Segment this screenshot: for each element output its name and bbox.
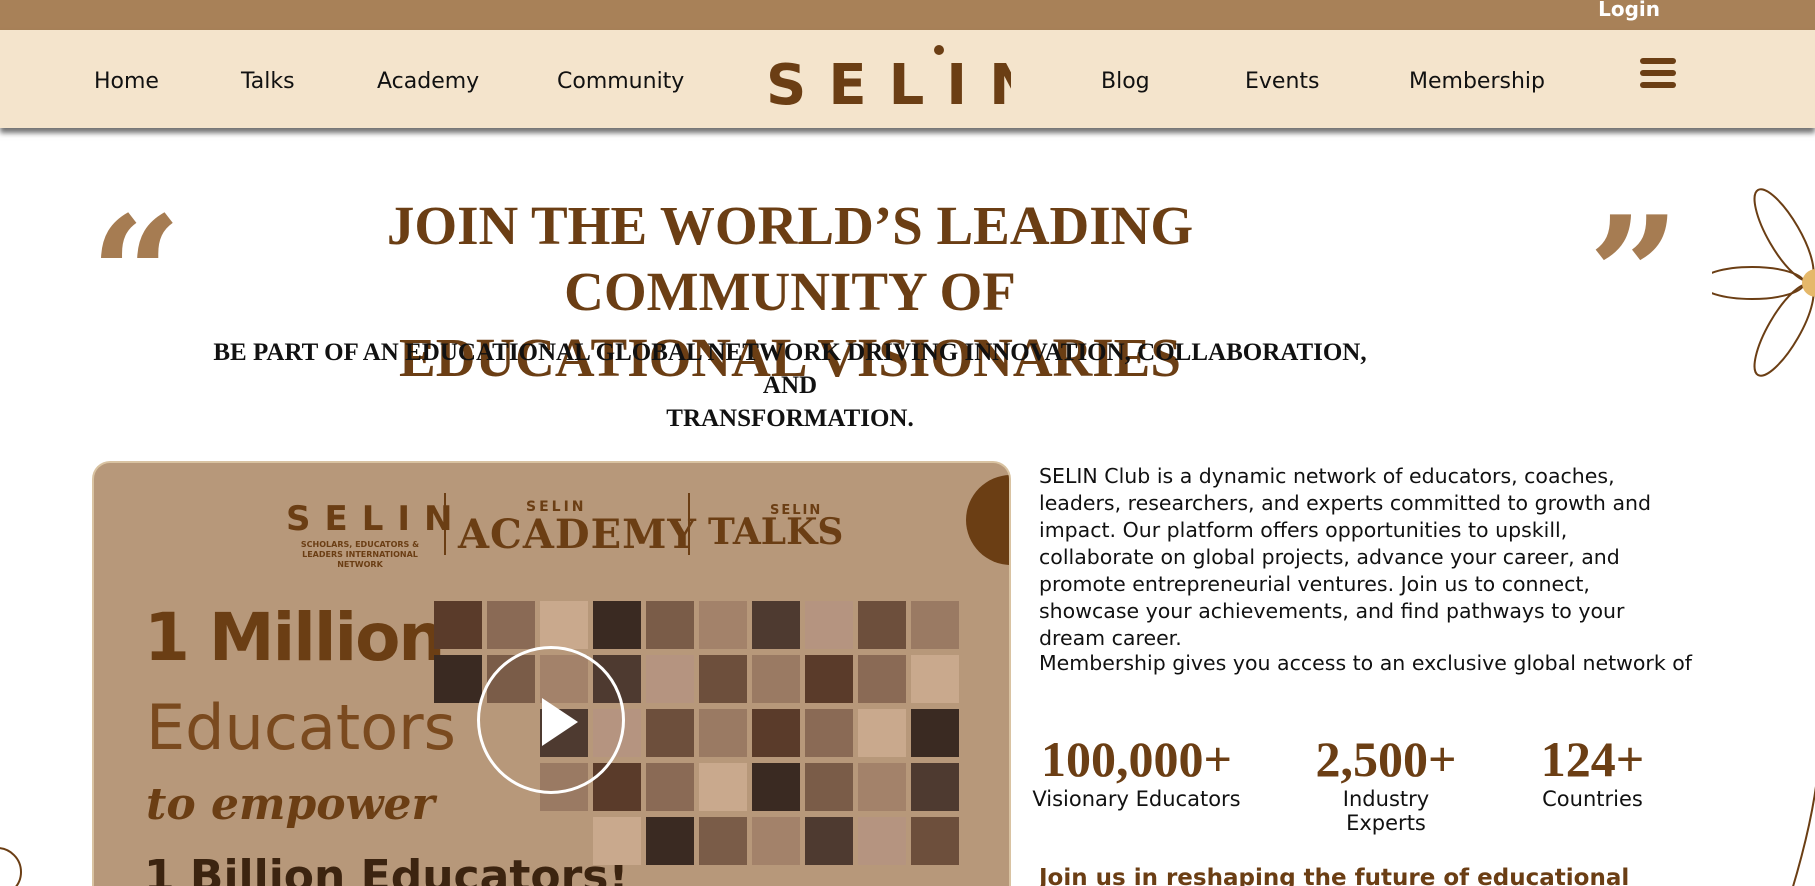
educator-photo (858, 655, 906, 703)
about-paragraph: SELIN Club is a dynamic network of educa… (1039, 464, 1652, 650)
stat-value: 100,000+ (1041, 731, 1232, 787)
educator-photo (646, 709, 694, 757)
logo-text: SELIN (766, 53, 1011, 108)
video-headline-3: to empower (146, 779, 435, 830)
open-quote-icon: “ (90, 181, 183, 369)
intro-video[interactable]: SELIN SCHOLARS, EDUCATORS & LEADERS INTE… (94, 463, 1009, 886)
nav-membership[interactable]: Membership (1409, 69, 1545, 94)
membership-text: Membership gives you access to an exclus… (1039, 651, 1692, 675)
educator-photo (699, 709, 747, 757)
video-academy-logo: ACADEMY (458, 511, 697, 558)
video-headline-2: Educators (146, 691, 456, 764)
educator-photo (752, 817, 800, 865)
selin-logo[interactable]: SELIN (766, 42, 1011, 108)
educator-photo (487, 601, 535, 649)
circle-decoration-icon (0, 847, 22, 886)
hero-subheadline: BE PART OF AN EDUCATIONAL GLOBAL NETWORK… (213, 339, 1367, 432)
educator-photo (805, 709, 853, 757)
video-divider (444, 493, 446, 555)
video-corner-shape (966, 475, 1009, 565)
educator-photo (699, 655, 747, 703)
join-heading: Join us in reshaping the future of educa… (1039, 865, 1630, 886)
educator-photo (858, 601, 906, 649)
educator-photo (752, 709, 800, 757)
educator-photo (752, 763, 800, 811)
educator-photo (858, 817, 906, 865)
close-quote-icon: ” (1588, 181, 1681, 369)
nav-events[interactable]: Events (1245, 69, 1320, 94)
educator-photo (805, 817, 853, 865)
play-button-icon[interactable] (477, 646, 625, 794)
educator-photo (699, 601, 747, 649)
video-selin-tagline: SCHOLARS, EDUCATORS & LEADERS INTERNATIO… (300, 540, 420, 569)
educator-photo (646, 601, 694, 649)
educator-photo (858, 709, 906, 757)
nav-blog[interactable]: Blog (1101, 69, 1150, 94)
educator-photo (593, 601, 641, 649)
nav-home[interactable]: Home (94, 69, 159, 94)
educator-photo (699, 817, 747, 865)
stat-value: 124+ (1540, 731, 1645, 787)
educator-photo (593, 817, 641, 865)
video-talks-logo: TALKS (708, 511, 844, 553)
nav-community[interactable]: Community (557, 69, 684, 94)
stat-label: Countries (1542, 787, 1643, 811)
educator-photo (646, 817, 694, 865)
educator-photo (911, 601, 959, 649)
educator-photo (805, 601, 853, 649)
educator-photo (752, 655, 800, 703)
educator-photo (805, 655, 853, 703)
educator-photo (911, 817, 959, 865)
line-decoration-icon (1792, 786, 1815, 886)
nav-talks[interactable]: Talks (241, 69, 295, 94)
stat-value: 2,500+ (1315, 731, 1457, 787)
educator-photo (858, 763, 906, 811)
educator-photo (434, 601, 482, 649)
hamburger-menu-icon[interactable] (1640, 58, 1676, 92)
video-divider (688, 493, 690, 555)
login-link[interactable]: Login (1598, 0, 1660, 21)
educator-photo (646, 763, 694, 811)
educator-photo (434, 655, 482, 703)
educator-photo (752, 601, 800, 649)
educator-photo (911, 655, 959, 703)
video-headline-1: 1 Million (144, 599, 445, 676)
educator-photo (646, 655, 694, 703)
nav-academy[interactable]: Academy (377, 69, 479, 94)
educator-photo (540, 601, 588, 649)
educator-photo (911, 709, 959, 757)
stat-label: Visionary Educators (1032, 787, 1241, 811)
stat-label: Industry Experts (1342, 787, 1430, 835)
top-bar: Login (0, 0, 1815, 30)
video-selin-logo: SELIN (286, 499, 467, 539)
educator-photo (805, 763, 853, 811)
educator-photo (699, 763, 747, 811)
educator-photo (911, 763, 959, 811)
flower-decoration-icon (1712, 188, 1815, 377)
